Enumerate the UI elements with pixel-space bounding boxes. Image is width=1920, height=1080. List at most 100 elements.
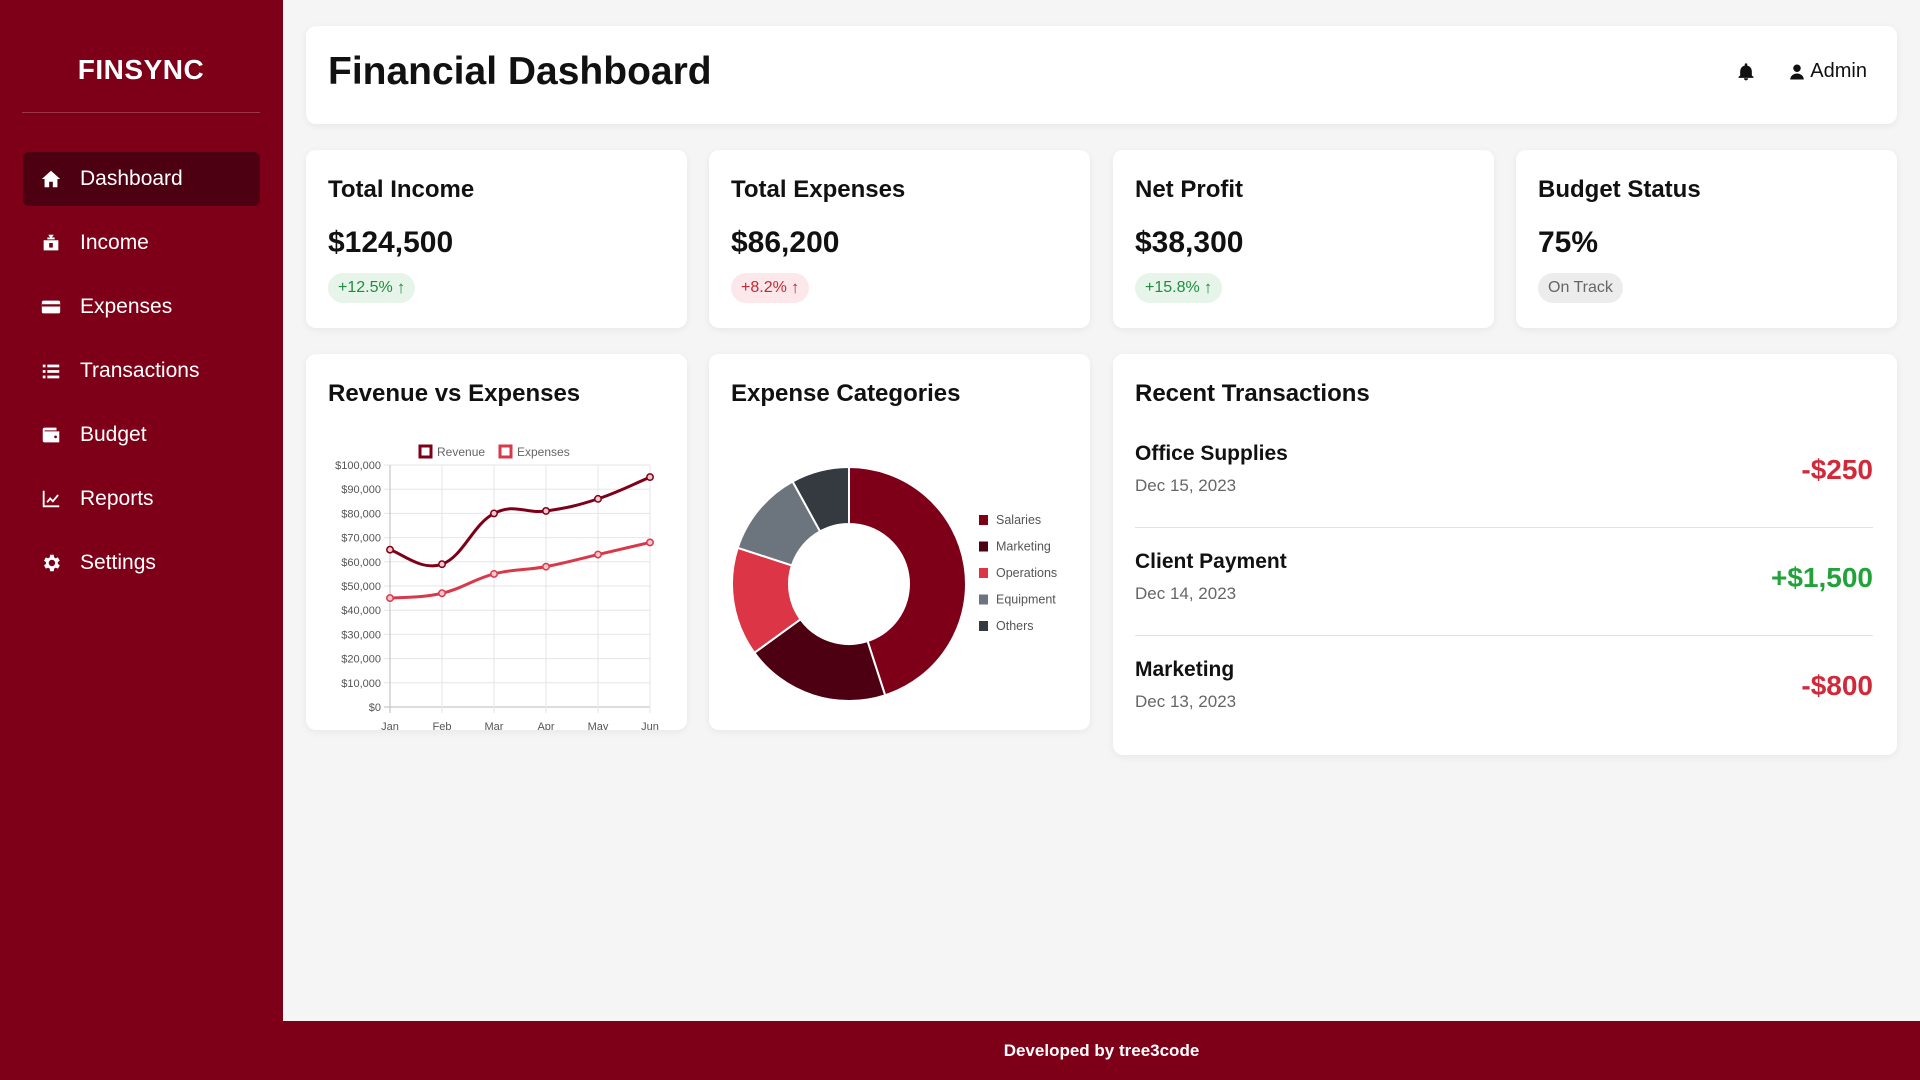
sidebar-item-dashboard[interactable]: Dashboard	[23, 152, 260, 206]
sidebar-item-label: Transactions	[80, 359, 200, 382]
legend-label: Equipment	[996, 593, 1056, 607]
revenue-line-chart: Revenue Expenses $0 $10,000 $20,000 $30,000 $4…	[335, 444, 659, 730]
data-point	[490, 569, 498, 578]
legend-swatch	[979, 621, 988, 631]
legend-swatch	[979, 541, 988, 552]
arrow-up-icon: ↑	[790, 278, 800, 297]
recent-transactions-card: Recent Transactions Office Supplies Dec …	[1113, 354, 1897, 755]
x-tick-label: Mar	[485, 721, 504, 730]
page-title: Financial Dashboard	[328, 50, 712, 93]
stat-title: Budget Status	[1538, 176, 1701, 203]
y-tick-label: $60,000	[341, 557, 381, 569]
transaction-row[interactable]: Client Payment Dec 14, 2023 +$1,500	[1135, 528, 1873, 636]
arrow-up-icon: ↑	[396, 278, 406, 297]
data-point	[594, 550, 602, 559]
x-tick-label: Jun	[641, 721, 659, 730]
y-tick-label: $80,000	[341, 508, 381, 520]
home-icon	[39, 167, 63, 191]
stat-value: $86,200	[731, 226, 840, 259]
y-tick-label: $20,000	[341, 654, 381, 666]
sidebar-item-label: Budget	[80, 423, 147, 446]
y-tick-label: $30,000	[341, 629, 381, 641]
transaction-amount: +$1,500	[1771, 562, 1873, 593]
list-icon	[39, 359, 63, 383]
sidebar-item-expenses[interactable]: Expenses	[23, 280, 260, 334]
header-actions: Admin	[1736, 60, 1867, 83]
legend-label: Others	[996, 619, 1034, 633]
stat-title: Net Profit	[1135, 176, 1243, 203]
page-footer: Developed by tree3code	[283, 1021, 1920, 1080]
legend-label: Operations	[996, 566, 1057, 580]
sidebar-item-label: Dashboard	[80, 167, 183, 190]
x-tick-label: Jan	[381, 721, 399, 730]
brand-logo: FINSYNC	[22, 40, 260, 113]
stat-value: $124,500	[328, 226, 454, 259]
expense-chart-card: Expense Categories Salaries Marketing Oper…	[709, 354, 1090, 730]
sidebar-item-transactions[interactable]: Transactions	[23, 344, 260, 398]
data-point	[646, 538, 654, 547]
stat-value: $38,300	[1135, 226, 1244, 259]
data-point	[386, 594, 394, 603]
legend-label: Salaries	[996, 513, 1041, 527]
transaction-row[interactable]: Marketing Dec 13, 2023 -$800	[1135, 636, 1873, 744]
transaction-date: Dec 15, 2023	[1135, 476, 1237, 495]
footer-sidebar-strip	[0, 1021, 283, 1080]
sidebar-item-settings[interactable]: Settings	[23, 536, 260, 590]
y-tick-label: $40,000	[341, 605, 381, 617]
stat-title: Total Income	[328, 176, 475, 203]
status-badge: +8.2% ↑	[731, 273, 810, 303]
sidebar: FINSYNC Dashboard Income Expenses Transa…	[0, 0, 283, 1021]
stat-card-budget-status: Budget Status 75% On Track	[1516, 150, 1897, 328]
transactions-title: Recent Transactions	[1135, 380, 1370, 407]
legend-label: Expenses	[517, 445, 570, 459]
data-point	[542, 562, 550, 571]
y-tick-label: $0	[369, 702, 381, 714]
data-point	[438, 560, 446, 569]
transaction-row[interactable]: Office Supplies Dec 15, 2023 -$250	[1135, 420, 1873, 528]
user-icon	[1790, 64, 1805, 79]
sidebar-item-reports[interactable]: Reports	[23, 472, 260, 526]
y-tick-label: $50,000	[341, 581, 381, 593]
legend-swatch	[979, 568, 988, 578]
data-point	[646, 473, 654, 482]
status-badge: +15.8% ↑	[1135, 273, 1223, 303]
stat-card-total-expenses: Total Expenses $86,200 +8.2% ↑	[709, 150, 1090, 328]
status-badge: +12.5% ↑	[328, 273, 416, 303]
sidebar-nav: Dashboard Income Expenses Transactions B…	[23, 152, 260, 600]
legend-swatch	[418, 444, 433, 459]
badge-text: +15.8%	[1145, 279, 1200, 296]
expense-donut-chart: Salaries Marketing Operations Equipment Othe…	[731, 465, 1057, 702]
y-tick-label: $90,000	[341, 484, 381, 496]
line-chart-icon	[39, 487, 63, 511]
data-point	[386, 545, 394, 554]
data-point	[438, 589, 446, 598]
y-tick-label: $70,000	[341, 533, 381, 545]
stat-card-total-income: Total Income $124,500 +12.5% ↑	[306, 150, 687, 328]
revenue-chart-card: Revenue vs Expenses Revenue Expenses $0 $10…	[306, 354, 687, 730]
data-point	[594, 494, 602, 503]
sidebar-item-label: Settings	[80, 551, 156, 574]
data-point	[490, 509, 498, 518]
transaction-amount: -$800	[1801, 670, 1873, 701]
wallet-icon	[39, 423, 63, 447]
sidebar-item-income[interactable]: Income	[23, 216, 260, 270]
x-tick-label: Feb	[433, 721, 452, 730]
gear-icon	[39, 551, 63, 575]
sidebar-item-label: Expenses	[80, 295, 173, 318]
stat-value: 75%	[1538, 226, 1599, 259]
y-tick-label: $100,000	[335, 460, 381, 472]
transaction-name: Office Supplies	[1135, 442, 1288, 465]
data-point	[542, 507, 550, 515]
sidebar-item-budget[interactable]: Budget	[23, 408, 260, 462]
legend-label: Revenue	[437, 445, 485, 459]
transaction-date: Dec 14, 2023	[1135, 584, 1237, 603]
legend-swatch	[979, 594, 988, 605]
badge-text: +12.5%	[338, 279, 393, 296]
y-tick-label: $10,000	[341, 678, 381, 690]
transaction-date: Dec 13, 2023	[1135, 692, 1237, 711]
user-menu[interactable]: Admin	[1810, 60, 1867, 83]
bell-icon[interactable]	[1736, 62, 1756, 82]
status-badge: On Track	[1538, 273, 1623, 303]
transaction-amount: -$250	[1801, 454, 1873, 485]
x-tick-label: May	[588, 721, 609, 730]
